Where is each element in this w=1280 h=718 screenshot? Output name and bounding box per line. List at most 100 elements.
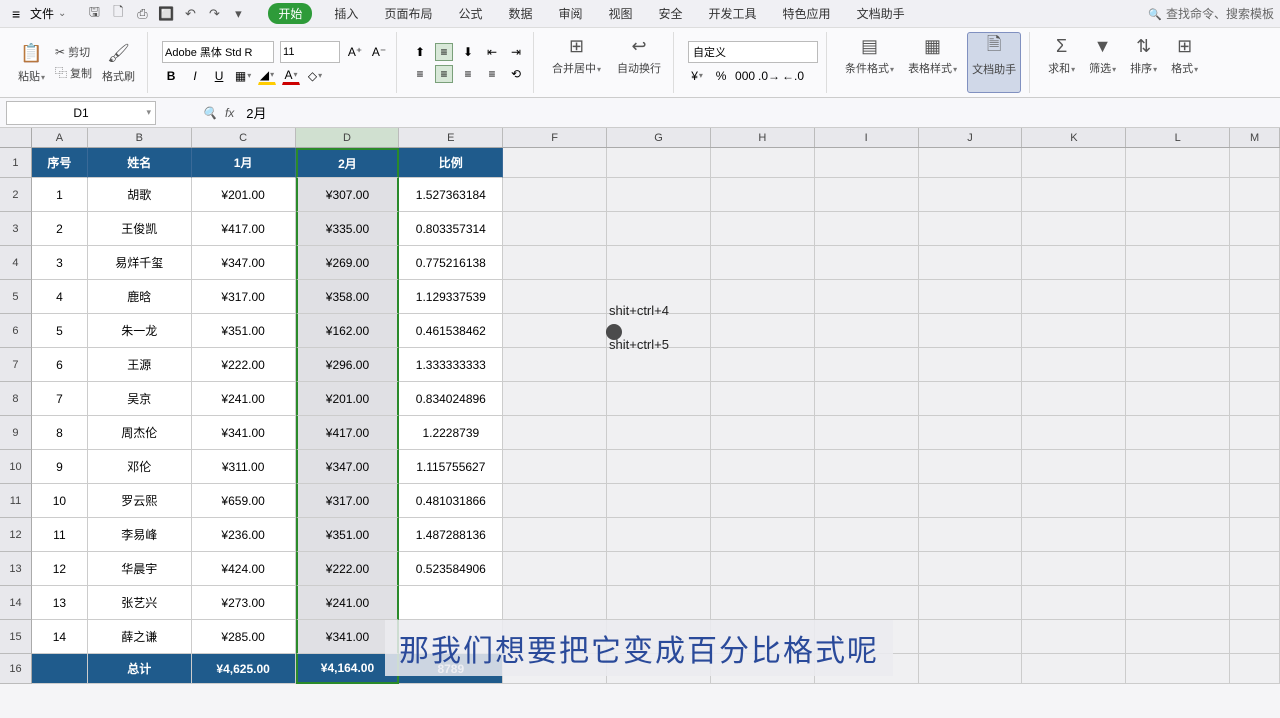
tab-dev[interactable]: 开发工具 [705, 3, 761, 24]
cell[interactable]: 1.487288136 [399, 518, 503, 552]
cell[interactable] [503, 212, 607, 246]
align-right-button[interactable]: ≡ [459, 65, 477, 83]
cell[interactable]: ¥347.00 [192, 246, 296, 280]
cell[interactable] [711, 552, 815, 586]
cell[interactable] [711, 178, 815, 212]
col-header-K[interactable]: K [1022, 128, 1126, 147]
cell[interactable] [503, 178, 607, 212]
row-header[interactable]: 12 [0, 518, 32, 552]
cell[interactable]: ¥341.00 [296, 620, 400, 654]
col-header-H[interactable]: H [711, 128, 815, 147]
cell[interactable]: ¥296.00 [296, 348, 400, 382]
col-header-L[interactable]: L [1126, 128, 1230, 147]
cell[interactable]: ¥236.00 [192, 518, 296, 552]
row-header[interactable]: 1 [0, 148, 32, 178]
cell[interactable] [607, 552, 711, 586]
clear-button[interactable]: ◇ [306, 67, 324, 85]
row-header[interactable]: 13 [0, 552, 32, 586]
cell[interactable]: ¥341.00 [192, 416, 296, 450]
cell[interactable]: ¥307.00 [296, 178, 400, 212]
col-header-A[interactable]: A [32, 128, 88, 147]
preview-icon[interactable]: 🔲 [158, 6, 174, 22]
cell[interactable] [1022, 348, 1126, 382]
cell[interactable] [1230, 552, 1280, 586]
cell[interactable]: ¥417.00 [192, 212, 296, 246]
cell[interactable]: 周杰伦 [88, 416, 192, 450]
cell[interactable]: 1.527363184 [399, 178, 503, 212]
cell[interactable] [503, 484, 607, 518]
cell[interactable] [815, 450, 919, 484]
cell[interactable] [607, 148, 711, 178]
cell[interactable]: 总计 [88, 654, 192, 684]
cell[interactable] [1022, 246, 1126, 280]
cell[interactable] [607, 348, 711, 382]
select-all-corner[interactable] [0, 128, 32, 147]
row-header[interactable]: 10 [0, 450, 32, 484]
cell[interactable]: ¥335.00 [296, 212, 400, 246]
cell[interactable] [1126, 620, 1230, 654]
cell[interactable]: 邓伦 [88, 450, 192, 484]
col-header-C[interactable]: C [192, 128, 296, 147]
cell[interactable] [711, 148, 815, 178]
tab-dochelper[interactable]: 文档助手 [853, 3, 909, 24]
row-header[interactable]: 16 [0, 654, 32, 684]
col-header-M[interactable]: M [1230, 128, 1280, 147]
tab-view[interactable]: 视图 [605, 3, 637, 24]
cell[interactable] [1230, 654, 1280, 684]
format-button[interactable]: ⊞格式 [1167, 32, 1202, 93]
cell[interactable] [1230, 518, 1280, 552]
increase-font-button[interactable]: A⁺ [346, 43, 364, 61]
cell[interactable] [919, 552, 1023, 586]
cell[interactable] [815, 280, 919, 314]
cell[interactable] [607, 246, 711, 280]
row-header[interactable]: 14 [0, 586, 32, 620]
wrap-button[interactable]: ↩自动换行 [613, 32, 665, 93]
cell[interactable] [919, 382, 1023, 416]
cell[interactable] [919, 178, 1023, 212]
cell[interactable] [503, 246, 607, 280]
currency-button[interactable]: ¥ [688, 67, 706, 85]
cell[interactable]: ¥222.00 [296, 552, 400, 586]
redo-icon[interactable]: ↷ [206, 6, 222, 22]
cell[interactable]: 吴京 [88, 382, 192, 416]
cell[interactable] [815, 552, 919, 586]
dec-decimal-button[interactable]: ←.0 [784, 67, 802, 85]
cell[interactable] [1230, 382, 1280, 416]
cell[interactable] [607, 382, 711, 416]
cell[interactable]: 0.834024896 [399, 382, 503, 416]
cell[interactable]: ¥4,625.00 [192, 654, 296, 684]
percent-button[interactable]: % [712, 67, 730, 85]
cell[interactable] [1230, 314, 1280, 348]
cell[interactable]: 1.333333333 [399, 348, 503, 382]
cell[interactable]: 朱一龙 [88, 314, 192, 348]
col-header-E[interactable]: E [399, 128, 503, 147]
cell[interactable] [919, 246, 1023, 280]
cell[interactable] [919, 314, 1023, 348]
cell[interactable]: 王源 [88, 348, 192, 382]
merge-button[interactable]: ⊞合并居中 [548, 32, 605, 93]
cell[interactable] [711, 450, 815, 484]
cell[interactable]: 5 [32, 314, 88, 348]
cell[interactable] [815, 382, 919, 416]
cell[interactable] [1230, 178, 1280, 212]
cell[interactable] [1022, 416, 1126, 450]
cell[interactable] [919, 280, 1023, 314]
cell[interactable] [711, 314, 815, 348]
cell[interactable] [1022, 314, 1126, 348]
cell[interactable]: 2月 [296, 148, 400, 178]
tab-security[interactable]: 安全 [655, 3, 687, 24]
print-icon[interactable]: ⎙ [134, 6, 150, 22]
cell[interactable]: ¥201.00 [192, 178, 296, 212]
cell[interactable]: 10 [32, 484, 88, 518]
cell[interactable]: ¥417.00 [296, 416, 400, 450]
cell[interactable]: 11 [32, 518, 88, 552]
sort-button[interactable]: ⇅排序 [1126, 32, 1161, 93]
cell[interactable]: 7 [32, 382, 88, 416]
col-header-J[interactable]: J [919, 128, 1023, 147]
number-format-select[interactable] [688, 41, 818, 63]
cell[interactable]: ¥241.00 [296, 586, 400, 620]
row-header[interactable]: 2 [0, 178, 32, 212]
cell[interactable] [607, 518, 711, 552]
cell[interactable] [711, 586, 815, 620]
cell[interactable] [919, 416, 1023, 450]
